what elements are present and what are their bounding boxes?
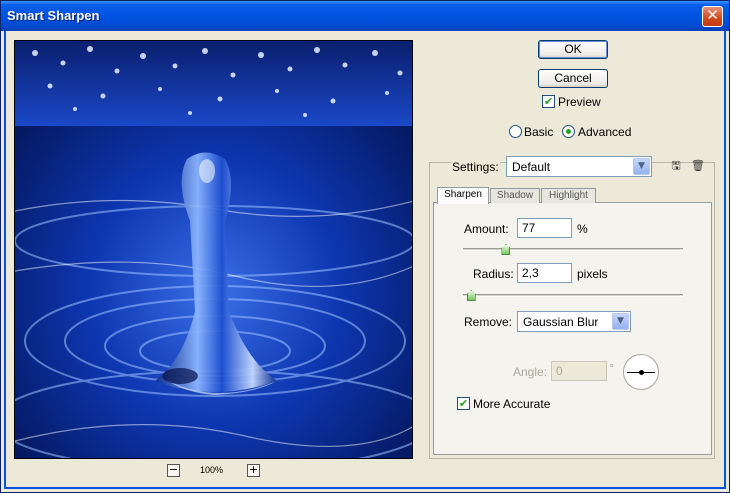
basic-radio[interactable]: [509, 125, 522, 138]
angle-input: 0: [551, 361, 607, 381]
amount-label: Amount:: [464, 222, 509, 236]
close-button[interactable]: ✕: [702, 6, 723, 27]
basic-label: Basic: [524, 125, 554, 139]
amount-input[interactable]: 77: [517, 218, 572, 238]
radius-unit: pixels: [577, 267, 608, 281]
zoom-level: 100%: [200, 465, 224, 475]
title-bar[interactable]: Smart Sharpen ✕: [1, 1, 729, 31]
advanced-label: Advanced: [578, 125, 632, 139]
angle-dial: [623, 354, 659, 390]
advanced-radio[interactable]: [562, 125, 575, 138]
amount-slider-track[interactable]: [463, 248, 683, 251]
trash-icon[interactable]: 🗑: [691, 159, 705, 173]
settings-value: Default: [512, 160, 551, 174]
angle-unit: °: [609, 361, 614, 375]
tab-highlight[interactable]: Highlight: [541, 188, 596, 203]
chevron-down-icon[interactable]: ▼: [633, 158, 650, 175]
settings-dropdown[interactable]: Default ▼: [506, 156, 652, 177]
zoom-in-button[interactable]: +: [247, 464, 260, 477]
chevron-down-icon[interactable]: ▼: [612, 313, 629, 330]
radius-input[interactable]: 2,3: [517, 263, 572, 283]
radius-slider-track[interactable]: [463, 294, 683, 297]
settings-label: Settings:: [451, 160, 500, 174]
remove-dropdown[interactable]: Gaussian Blur ▼: [517, 311, 631, 332]
tab-sharpen[interactable]: Sharpen: [437, 187, 489, 204]
remove-value: Gaussian Blur: [523, 315, 599, 329]
more-accurate-checkbox[interactable]: ✔: [457, 397, 470, 410]
zoom-controls: − 100% +: [14, 463, 413, 479]
smart-sharpen-dialog: Smart Sharpen ✕ − 100% + OK Cancel ✔ Pre…: [0, 0, 730, 493]
remove-label: Remove:: [464, 315, 513, 329]
tab-shadow[interactable]: Shadow: [490, 188, 540, 203]
preview-image[interactable]: [14, 40, 413, 459]
cancel-button[interactable]: Cancel: [538, 69, 608, 88]
preview-label: Preview: [558, 95, 601, 109]
ok-button[interactable]: OK: [538, 40, 608, 59]
save-settings-icon[interactable]: 🖫: [669, 159, 683, 173]
dialog-title: Smart Sharpen: [7, 8, 100, 23]
amount-unit: %: [577, 222, 588, 236]
preview-checkbox[interactable]: ✔: [542, 95, 555, 108]
more-accurate-label: More Accurate: [473, 397, 551, 411]
radius-label: Radius:: [473, 267, 514, 281]
water-drop-image: [15, 41, 412, 458]
angle-center: [639, 370, 644, 375]
angle-label: Angle:: [513, 365, 548, 379]
zoom-out-button[interactable]: −: [167, 464, 180, 477]
